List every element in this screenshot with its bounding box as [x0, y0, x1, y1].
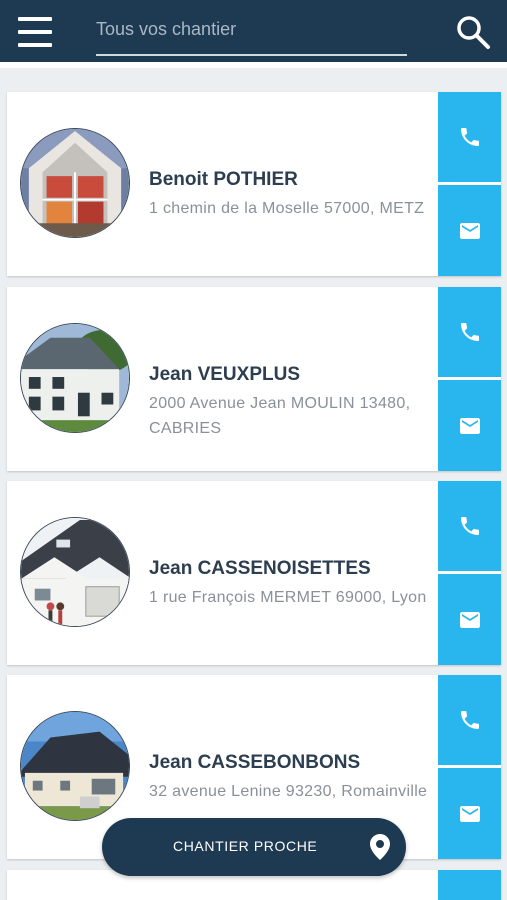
email-button[interactable]	[438, 768, 501, 859]
contact-card[interactable]: Jean VEUXPLUS 2000 Avenue Jean MOULIN 13…	[7, 287, 501, 471]
contact-card[interactable]: Jean CASSENOISETTES 1 rue François MERME…	[7, 481, 501, 665]
call-button[interactable]	[438, 287, 501, 377]
menu-button[interactable]	[18, 17, 52, 47]
search-icon	[457, 16, 490, 49]
contact-avatar	[20, 711, 130, 821]
app-header	[0, 0, 507, 62]
mail-icon	[459, 417, 480, 434]
email-button[interactable]	[438, 574, 501, 665]
nearby-site-button[interactable]: CHANTIER PROCHE	[102, 818, 406, 876]
header-shadow-strip	[0, 62, 507, 68]
contact-address: 1 rue François MERMET 69000, Lyon	[149, 589, 427, 606]
hamburger-menu-icon	[18, 30, 52, 34]
contact-avatar	[20, 128, 130, 238]
contact-address: 32 avenue Lenine 93230, Romainville	[149, 783, 428, 800]
mail-icon	[459, 222, 480, 239]
call-button[interactable]	[438, 870, 501, 900]
contact-address: 2000 Avenue Jean MOULIN 13480, CABRIES	[149, 395, 411, 437]
contact-avatar	[20, 323, 130, 433]
contact-name: Jean VEUXPLUS	[149, 364, 300, 385]
contact-name: Benoit POTHIER	[149, 169, 298, 190]
nearby-site-label: CHANTIER PROCHE	[173, 838, 318, 854]
phone-icon	[460, 517, 479, 535]
search-field	[96, 12, 407, 56]
email-button[interactable]	[438, 380, 501, 471]
location-pin-icon	[370, 834, 390, 860]
mail-icon	[459, 805, 480, 822]
mail-icon	[459, 611, 480, 628]
search-button[interactable]	[455, 14, 491, 50]
phone-icon	[460, 323, 479, 341]
call-button[interactable]	[438, 481, 501, 571]
contact-name: Jean CASSENOISETTES	[149, 558, 371, 579]
hamburger-menu-icon	[18, 43, 52, 47]
email-button[interactable]	[438, 185, 501, 276]
contact-address: 1 chemin de la Moselle 57000, METZ	[149, 200, 425, 217]
call-button[interactable]	[438, 92, 501, 182]
contact-card[interactable]: Benoit POTHIER 1 chemin de la Moselle 57…	[7, 92, 501, 276]
search-input[interactable]	[96, 12, 407, 46]
contact-avatar	[20, 517, 130, 627]
call-button[interactable]	[438, 675, 501, 765]
phone-icon	[460, 128, 479, 146]
contact-name: Jean CASSEBONBONS	[149, 752, 361, 773]
phone-icon	[460, 711, 479, 729]
hamburger-menu-icon	[18, 17, 52, 21]
